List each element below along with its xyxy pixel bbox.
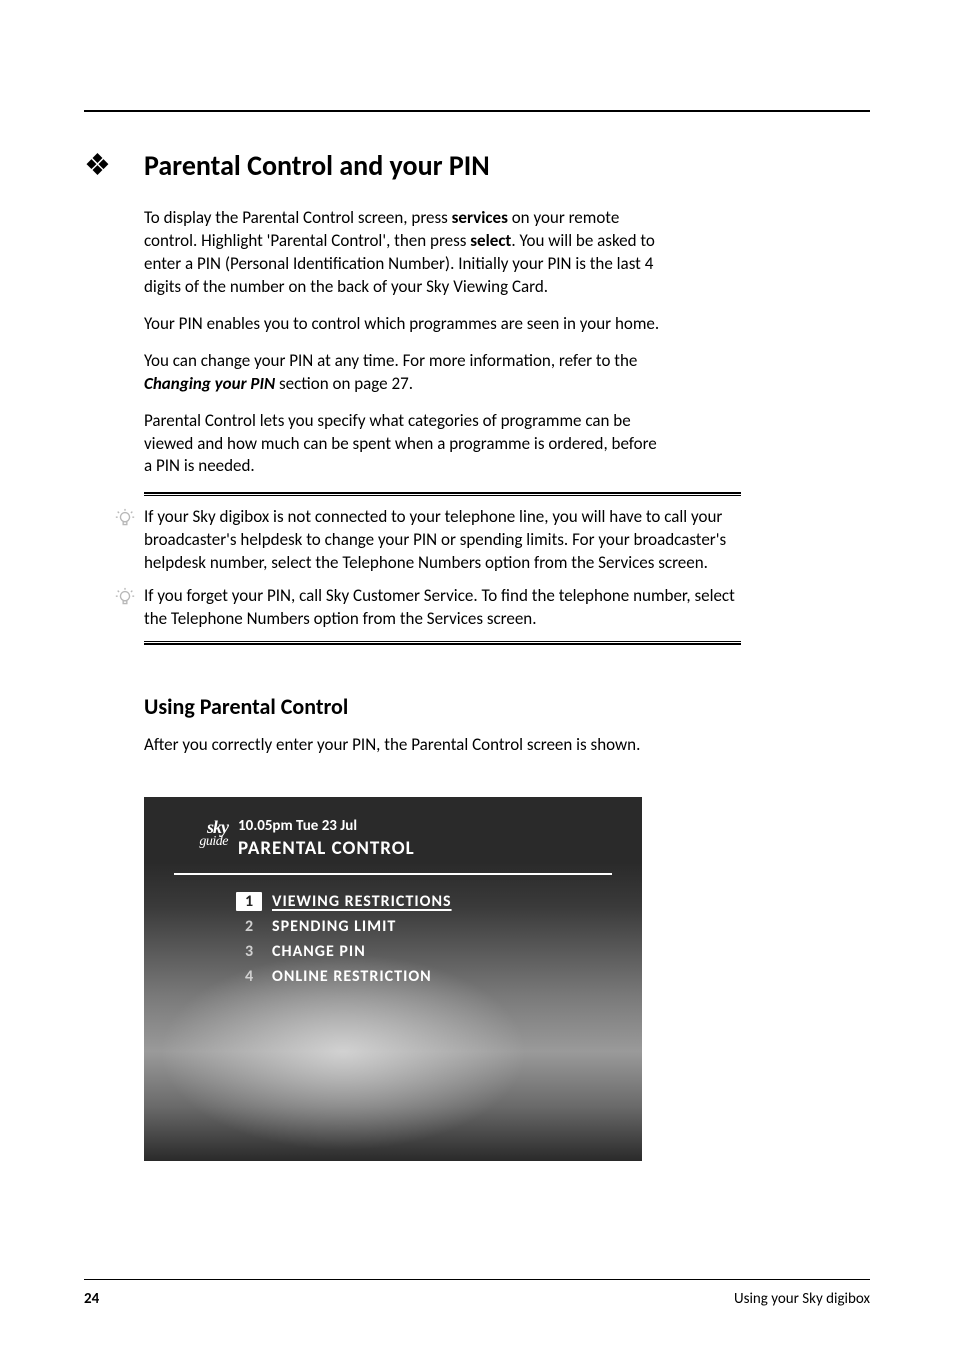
tip-row-1: If your Sky digibox is not connected to … [114,506,741,575]
tips-rule-bottom-thin [144,641,741,642]
lightbulb-icon [114,585,144,631]
tv-header: sky guide 10.05pm Tue 23 Jul PARENTAL CO… [144,797,642,897]
emphasis-changing-pin: Changing your PIN [144,373,275,394]
tip-row-2: If you forget your PIN, call Sky Custome… [114,585,741,631]
page: ❖ Parental Control and your PIN To displ… [0,0,954,1356]
menu-item-online-restriction[interactable]: 4 ONLINE RESTRICTION [236,964,602,989]
paragraph-1: To display the Parental Control screen, … [144,207,664,299]
tips-rule-top-thin [144,495,741,496]
footer-label: Using your Sky digibox [734,1290,870,1308]
menu-item-spending-limit[interactable]: 2 SPENDING LIMIT [236,914,602,939]
tv-menu: 1 VIEWING RESTRICTIONS 2 SPENDING LIMIT … [236,889,602,989]
page-number: 24 [84,1290,99,1308]
tv-screen: sky guide 10.05pm Tue 23 Jul PARENTAL CO… [144,797,642,1161]
tv-divider [174,873,612,875]
diamond-bullet-icon: ❖ [84,151,144,181]
paragraph-4: Parental Control lets you specify what c… [144,410,664,479]
menu-item-change-pin[interactable]: 3 CHANGE PIN [236,939,602,964]
heading-row: ❖ Parental Control and your PIN [84,148,870,183]
menu-number: 4 [236,967,262,986]
paragraph-5: After you correctly enter your PIN, the … [144,734,664,757]
tip-text-2: If you forget your PIN, call Sky Custome… [144,585,741,631]
text: You can change your PIN at any time. For… [144,350,637,371]
tv-datetime: 10.05pm Tue 23 Jul [238,817,415,835]
tips-rule-bottom [144,643,741,645]
menu-label: ONLINE RESTRICTION [272,967,432,986]
tips-rule-top [144,492,741,494]
logo-sub: guide [174,835,228,849]
page-footer: 24 Using your Sky digibox [84,1290,870,1308]
footer-rule [84,1279,870,1280]
menu-label: SPENDING LIMIT [272,917,396,936]
sky-guide-logo: sky guide [174,817,228,897]
lightbulb-icon [114,506,144,575]
subheading: Using Parental Control [144,693,664,720]
logo-brand: sky [174,819,228,835]
text: To display the Parental Control screen, … [144,207,452,228]
tv-screen-title: PARENTAL CONTROL [238,837,415,860]
screenshot-figure: sky guide 10.05pm Tue 23 Jul PARENTAL CO… [144,797,642,1161]
subsection: Using Parental Control After you correct… [144,693,664,757]
menu-number: 2 [236,917,262,936]
menu-label: CHANGE PIN [272,942,366,961]
menu-number: 3 [236,942,262,961]
text: section on page 27. [275,373,413,394]
bold-services: services [452,207,508,228]
tips-block: If your Sky digibox is not connected to … [114,492,741,645]
page-heading: Parental Control and your PIN [144,148,490,183]
tv-titles: 10.05pm Tue 23 Jul PARENTAL CONTROL [238,817,415,897]
top-rule [84,110,870,112]
paragraph-2: Your PIN enables you to control which pr… [144,313,664,336]
bold-select: select [470,230,511,251]
tip-text-1: If your Sky digibox is not connected to … [144,506,741,575]
menu-number: 1 [236,892,262,911]
intro-paragraphs: To display the Parental Control screen, … [144,207,664,478]
menu-item-viewing-restrictions[interactable]: 1 VIEWING RESTRICTIONS [236,889,602,914]
menu-label: VIEWING RESTRICTIONS [272,892,452,911]
paragraph-3: You can change your PIN at any time. For… [144,350,664,396]
